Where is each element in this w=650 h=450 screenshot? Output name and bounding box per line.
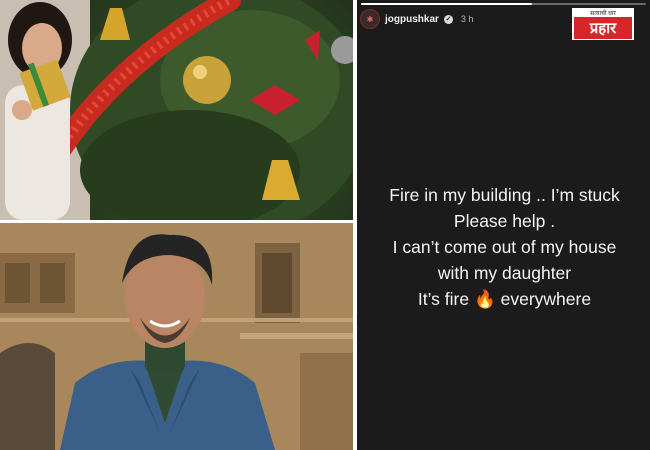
avatar-icon: ✱: [366, 14, 374, 24]
photo-girl-christmas-tree: [0, 0, 353, 220]
post-time: 3 h: [460, 14, 474, 24]
verified-badge-icon: ✓: [443, 14, 453, 24]
story-line: Fire in my building .. I’m stuck: [389, 185, 620, 205]
story-message: Fire in my building .. I’m stuck Please …: [361, 182, 648, 312]
story-progress-fill: [361, 3, 532, 5]
logo-tagline: सत्याची धार: [590, 11, 616, 17]
christmas-tree-illustration: [0, 0, 353, 220]
story-panel[interactable]: ✱ jogpushkar ✓ 3 h सत्याची धार प्रहार Fi…: [357, 0, 650, 450]
story-header: ✱ jogpushkar ✓ 3 h: [360, 8, 473, 30]
prahaar-logo: सत्याची धार प्रहार: [572, 8, 634, 40]
story-line: It’s fire 🔥 everywhere: [417, 289, 592, 309]
logo-name: प्रहार: [574, 17, 632, 39]
username[interactable]: jogpushkar: [385, 14, 439, 25]
story-progress-bar: [361, 3, 646, 5]
photo-man-portrait: [0, 223, 353, 450]
story-line: I can’t come out of my house: [392, 237, 617, 257]
story-line: with my daughter: [437, 263, 572, 283]
avatar[interactable]: ✱: [360, 9, 380, 29]
story-line: Please help .: [453, 211, 556, 231]
man-portrait-illustration: [0, 223, 353, 450]
